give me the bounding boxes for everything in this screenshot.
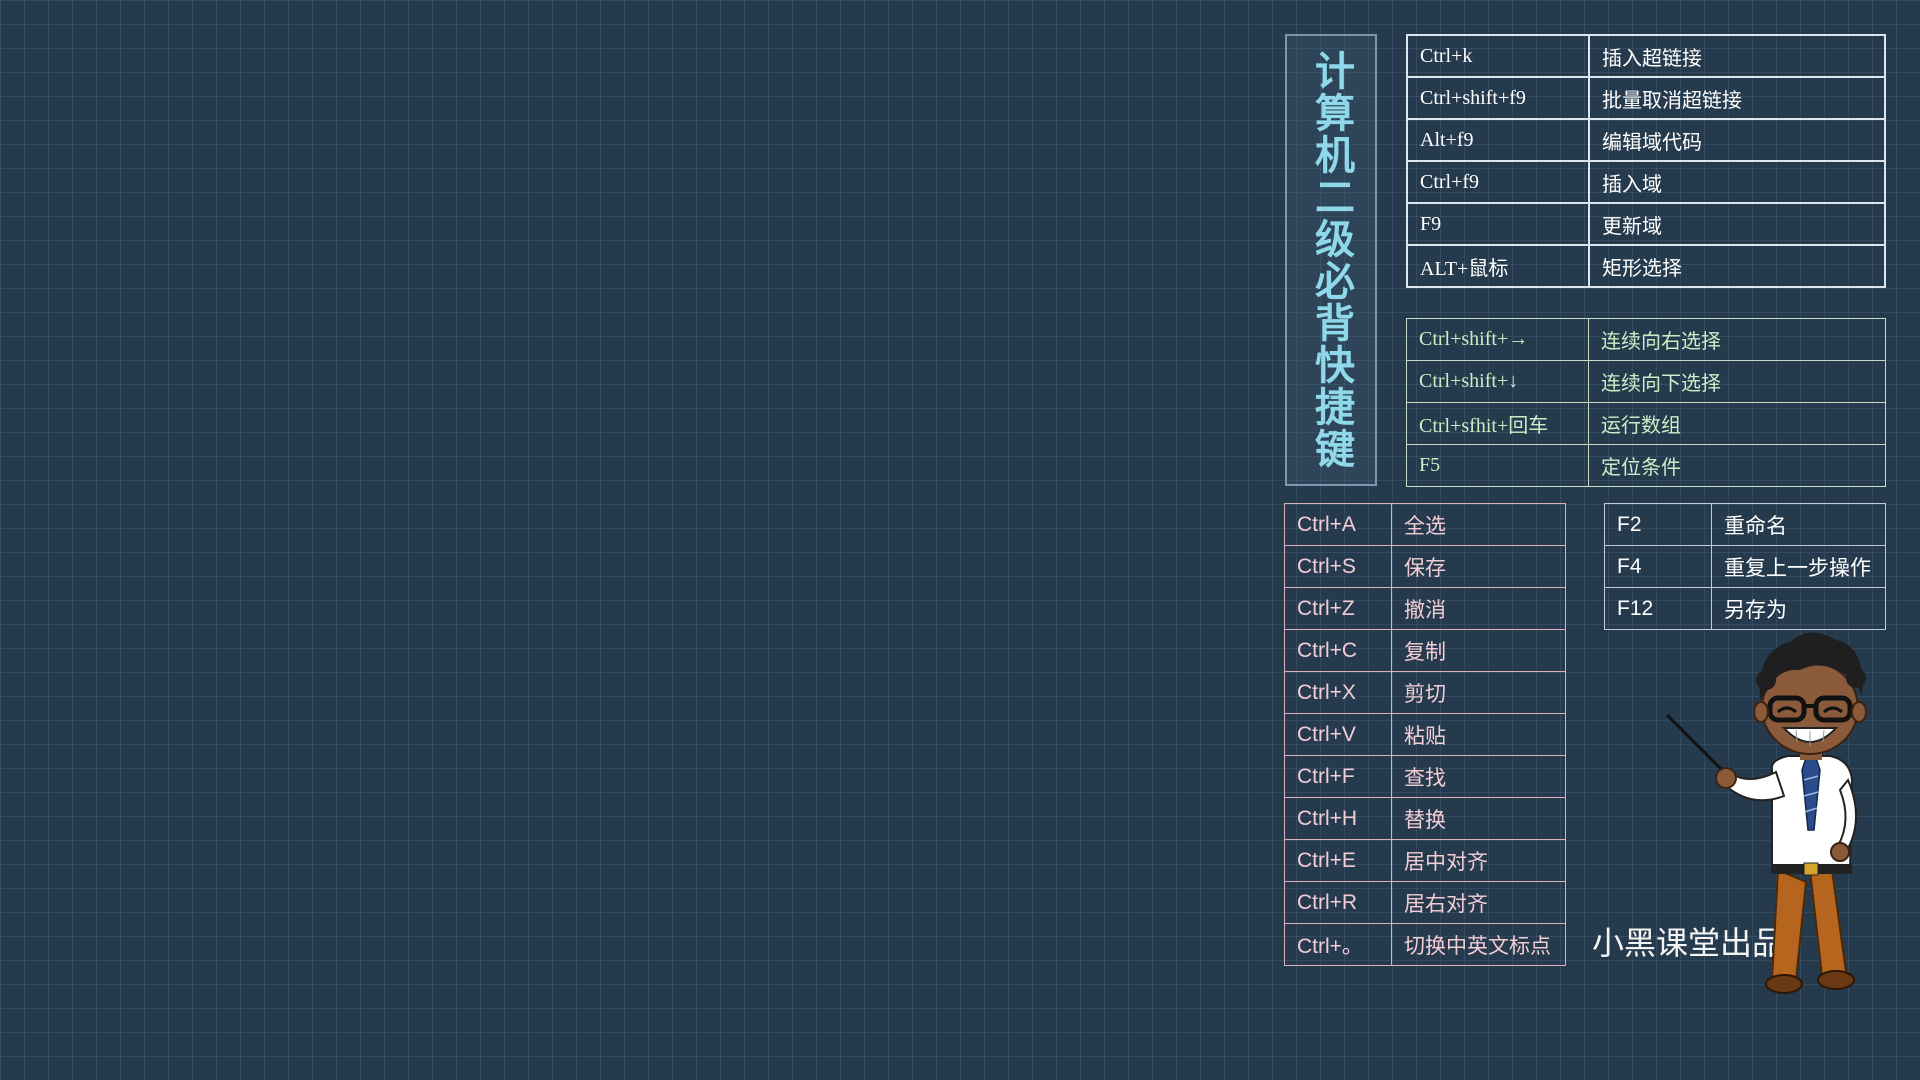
- table-row: Ctrl+H 替换: [1284, 797, 1566, 840]
- shortcut-key: Ctrl+f9: [1406, 160, 1590, 204]
- shortcut-action: 运行数组: [1588, 402, 1886, 445]
- shortcut-action: 重复上一步操作: [1711, 545, 1886, 588]
- table-row: Ctrl+C 复制: [1284, 629, 1566, 672]
- shortcut-action: 全选: [1391, 503, 1566, 546]
- shortcut-key: Ctrl+H: [1284, 797, 1392, 840]
- shortcut-action: 插入域: [1588, 160, 1886, 204]
- shortcut-key: Ctrl+X: [1284, 671, 1392, 714]
- shortcut-action: 切换中英文标点: [1391, 923, 1566, 966]
- shortcut-action: 撤消: [1391, 587, 1566, 630]
- shortcut-action: 矩形选择: [1588, 244, 1886, 288]
- shortcut-table-function: F2 重命名 F4 重复上一步操作 F12 另存为: [1604, 503, 1886, 630]
- shortcut-action: 插入超链接: [1588, 34, 1886, 78]
- table-row: Ctrl+A 全选: [1284, 503, 1566, 546]
- shortcut-key: F5: [1406, 444, 1589, 487]
- table-row: F5 定位条件: [1406, 444, 1886, 487]
- shortcut-key: Ctrl+k: [1406, 34, 1590, 78]
- table-row: F2 重命名: [1604, 503, 1886, 546]
- shortcut-action: 居中对齐: [1391, 839, 1566, 882]
- table-row: Ctrl+X 剪切: [1284, 671, 1566, 714]
- table-row: Ctrl+。 切换中英文标点: [1284, 923, 1566, 966]
- shortcut-action: 定位条件: [1588, 444, 1886, 487]
- table-row: Alt+f9 编辑域代码: [1406, 118, 1886, 162]
- shortcut-key: Ctrl+shift+f9: [1406, 76, 1590, 120]
- table-row: Ctrl+f9 插入域: [1406, 160, 1886, 204]
- table-row: Ctrl+shift+→ 连续向右选择: [1406, 318, 1886, 361]
- shortcut-key: Ctrl+。: [1284, 923, 1392, 966]
- shortcut-key: Ctrl+F: [1284, 755, 1392, 798]
- table-row: F4 重复上一步操作: [1604, 545, 1886, 588]
- shortcut-key: ALT+鼠标: [1406, 244, 1590, 288]
- shortcut-action: 更新域: [1588, 202, 1886, 246]
- shortcut-action: 连续向下选择: [1588, 360, 1886, 403]
- table-row: Ctrl+shift+f9 批量取消超链接: [1406, 76, 1886, 120]
- shortcut-action: 查找: [1391, 755, 1566, 798]
- table-row: F9 更新域: [1406, 202, 1886, 246]
- shortcut-key: Ctrl+E: [1284, 839, 1392, 882]
- shortcut-key: Alt+f9: [1406, 118, 1590, 162]
- title-box: 计算机二级必背快捷键: [1285, 34, 1377, 486]
- shortcut-action: 保存: [1391, 545, 1566, 588]
- shortcut-key: F9: [1406, 202, 1590, 246]
- shortcut-key: Ctrl+C: [1284, 629, 1392, 672]
- shortcut-key: Ctrl+sfhit+回车: [1406, 402, 1589, 445]
- shortcut-action: 编辑域代码: [1588, 118, 1886, 162]
- table-row: Ctrl+S 保存: [1284, 545, 1566, 588]
- shortcut-key: Ctrl+Z: [1284, 587, 1392, 630]
- shortcut-action: 居右对齐: [1391, 881, 1566, 924]
- shortcut-action: 剪切: [1391, 671, 1566, 714]
- shortcut-table-excel: Ctrl+shift+→ 连续向右选择 Ctrl+shift+↓ 连续向下选择 Ct…: [1406, 318, 1886, 487]
- table-row: Ctrl+R 居右对齐: [1284, 881, 1566, 924]
- table-row: Ctrl+Z 撤消: [1284, 587, 1566, 630]
- shortcut-key: F2: [1604, 503, 1712, 546]
- shortcut-action: 复制: [1391, 629, 1566, 672]
- table-row: Ctrl+sfhit+回车 运行数组: [1406, 402, 1886, 445]
- shortcut-key: Ctrl+R: [1284, 881, 1392, 924]
- table-row: Ctrl+V 粘贴: [1284, 713, 1566, 756]
- table-row: Ctrl+F 查找: [1284, 755, 1566, 798]
- shortcut-key: Ctrl+A: [1284, 503, 1392, 546]
- shortcut-key: Ctrl+V: [1284, 713, 1392, 756]
- table-row: ALT+鼠标 矩形选择: [1406, 244, 1886, 288]
- shortcut-key: Ctrl+shift+↓: [1406, 360, 1589, 403]
- table-row: Ctrl+E 居中对齐: [1284, 839, 1566, 882]
- shortcut-table-word: Ctrl+k 插入超链接 Ctrl+shift+f9 批量取消超链接 Alt+f9 编…: [1406, 34, 1886, 288]
- shortcut-table-common: Ctrl+A 全选 Ctrl+S 保存 Ctrl+Z 撤消 Ctrl+C 复制 Ctrl…: [1284, 503, 1566, 966]
- shortcut-key: F4: [1604, 545, 1712, 588]
- table-row: Ctrl+shift+↓ 连续向下选择: [1406, 360, 1886, 403]
- page-title: 计算机二级必背快捷键: [1308, 50, 1354, 470]
- shortcut-action: 连续向右选择: [1588, 318, 1886, 361]
- shortcut-action: 粘贴: [1391, 713, 1566, 756]
- shortcut-action: 替换: [1391, 797, 1566, 840]
- shortcut-key: Ctrl+S: [1284, 545, 1392, 588]
- shortcut-key: Ctrl+shift+→: [1406, 318, 1589, 361]
- shortcut-action: 重命名: [1711, 503, 1886, 546]
- teacher-mascot-icon: [1666, 632, 1867, 994]
- table-row: Ctrl+k 插入超链接: [1406, 34, 1886, 78]
- shortcut-action: 批量取消超链接: [1588, 76, 1886, 120]
